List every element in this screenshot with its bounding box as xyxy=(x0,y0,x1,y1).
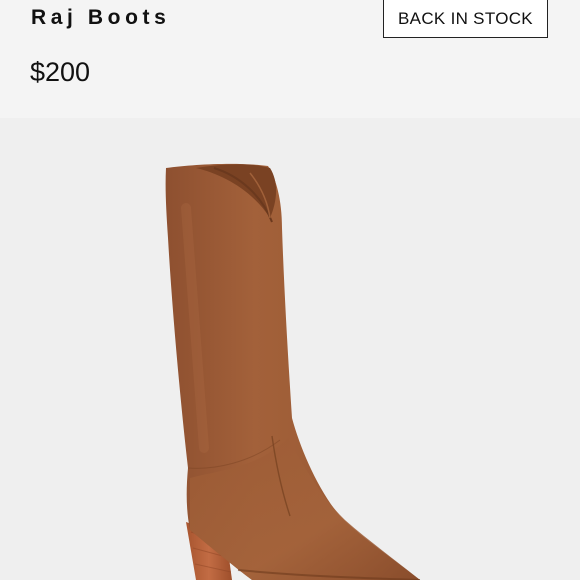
stock-status-badge[interactable]: BACK IN STOCK xyxy=(383,0,548,38)
product-page: Raj Boots $200 BACK IN STOCK xyxy=(0,0,580,580)
product-photo[interactable] xyxy=(0,118,580,580)
product-header: Raj Boots $200 BACK IN STOCK xyxy=(0,0,580,118)
product-price: $200 xyxy=(30,57,91,87)
boot-image xyxy=(165,163,421,580)
product-title: Raj Boots xyxy=(31,6,171,29)
